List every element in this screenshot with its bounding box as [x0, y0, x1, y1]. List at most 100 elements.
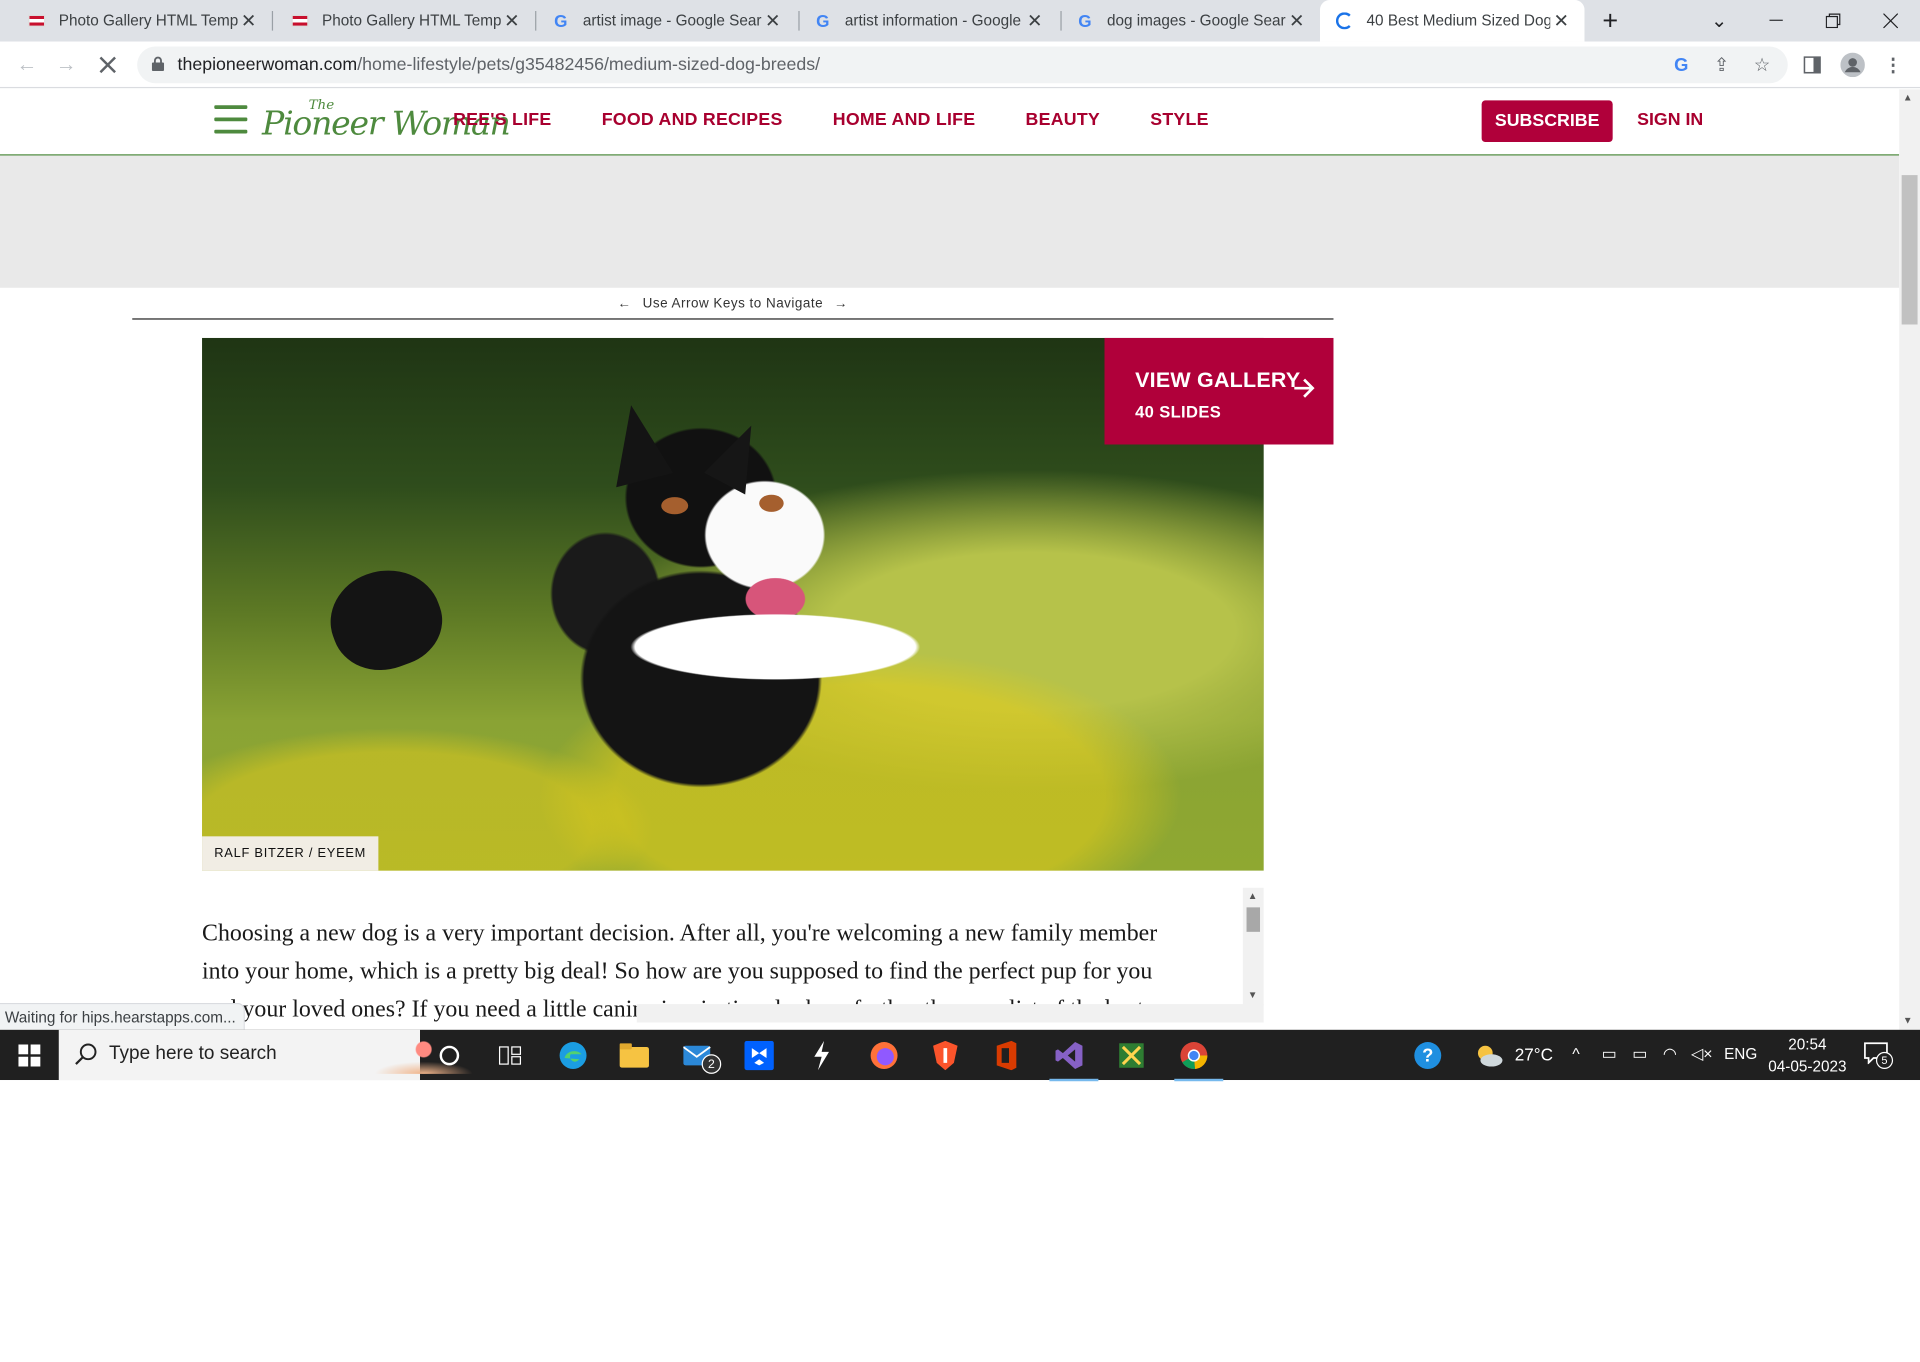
- side-panel-icon[interactable]: [1799, 51, 1826, 78]
- temperature[interactable]: 27°C: [1515, 1044, 1553, 1064]
- browser-tab-active[interactable]: 40 Best Medium Sized Dog ✕: [1320, 0, 1585, 42]
- nav-style[interactable]: STYLE: [1150, 110, 1208, 130]
- address-bar[interactable]: thepioneerwoman.com/home-lifestyle/pets/…: [137, 46, 1788, 84]
- nav-home-and-life[interactable]: HOME AND LIFE: [833, 110, 976, 130]
- browser-tab[interactable]: G dog images - Google Searc ✕: [1053, 0, 1320, 42]
- stop-loading-icon[interactable]: [94, 51, 121, 78]
- bookmark-star-icon[interactable]: ☆: [1751, 54, 1773, 76]
- minimize-icon[interactable]: [1747, 0, 1803, 42]
- edge-icon[interactable]: [553, 1036, 592, 1075]
- search-placeholder: Type here to search: [108, 1043, 277, 1065]
- arrow-right-icon: [1294, 378, 1315, 398]
- share-icon[interactable]: ⇪: [1711, 54, 1733, 76]
- restore-icon[interactable]: [1805, 0, 1861, 42]
- close-window-icon[interactable]: [1862, 0, 1918, 42]
- office-icon[interactable]: [987, 1036, 1026, 1075]
- lock-icon: [151, 56, 165, 72]
- status-bubble: Waiting for hips.hearstapps.com...: [0, 1002, 245, 1030]
- horizontal-scrollbar[interactable]: [636, 1004, 1264, 1023]
- taskbar-search-box[interactable]: Type here to search: [58, 1029, 473, 1081]
- browser-menu-icon[interactable]: ⋮: [1880, 51, 1907, 78]
- weather-icon[interactable]: [1469, 1036, 1508, 1075]
- notification-badge: 5: [1875, 1051, 1894, 1069]
- tab-title: Photo Gallery HTML Templa: [322, 12, 501, 30]
- page-scrollbar[interactable]: ▲ ▼: [1899, 89, 1920, 1030]
- article-line: into your home, which is a pretty big de…: [202, 958, 1153, 985]
- photo-credit: RALF BITZER / EYEEM: [202, 836, 379, 871]
- clock-date: 04-05-2023: [1768, 1057, 1847, 1076]
- view-gallery-button[interactable]: VIEW GALLERY 40 SLIDES: [1104, 337, 1334, 445]
- tab-title: artist information - Google: [844, 12, 1022, 30]
- close-tab-icon[interactable]: ✕: [1286, 10, 1308, 32]
- nav-beauty[interactable]: BEAUTY: [1026, 110, 1100, 130]
- hamburger-menu-icon[interactable]: [214, 105, 248, 134]
- left-arrow-icon[interactable]: ←: [618, 296, 632, 311]
- browser-toolbar: ← → thepioneerwoman.com/home-lifestyle/p…: [0, 41, 1920, 89]
- windows-taskbar: Type here to search 2 ? 27°C ^ ▭ ▭ ◠ ◁× …: [0, 1029, 1920, 1082]
- close-tab-icon[interactable]: ✕: [501, 10, 523, 32]
- google-favicon-icon: G: [554, 11, 568, 31]
- clock-time: 20:54: [1788, 1035, 1827, 1054]
- browser-tab-strip: Photo Gallery HTML Templa ✕ Photo Galler…: [0, 0, 1920, 42]
- sign-in-link[interactable]: SIGN IN: [1637, 110, 1703, 130]
- tab-title: dog images - Google Searc: [1106, 12, 1286, 30]
- google-favicon-icon: G: [1078, 11, 1092, 31]
- new-tab-button[interactable]: +: [1583, 0, 1637, 42]
- screen: Photo Gallery HTML Templa ✕ Photo Galler…: [0, 0, 1920, 1335]
- google-lens-icon[interactable]: G: [1670, 54, 1692, 76]
- chrome-icon[interactable]: [1174, 1036, 1224, 1082]
- mail-icon[interactable]: 2: [680, 1036, 722, 1075]
- flag-favicon-icon: [27, 11, 47, 31]
- app-bolt-icon[interactable]: [802, 1036, 841, 1075]
- back-arrow-icon[interactable]: ←: [13, 51, 40, 78]
- profile-avatar-icon[interactable]: [1839, 51, 1866, 78]
- close-tab-icon[interactable]: ✕: [1550, 10, 1572, 32]
- main-navigation: REE'S LIFE FOOD AND RECIPES HOME AND LIF…: [453, 110, 1259, 130]
- browser-tab[interactable]: G artist information - Google ✕: [791, 0, 1058, 42]
- svg-text:?: ?: [1422, 1045, 1433, 1066]
- browser-tab[interactable]: Photo Gallery HTML Templa ✕: [268, 0, 535, 42]
- task-view-icon[interactable]: [491, 1036, 530, 1075]
- tab-title: artist image - Google Searc: [582, 12, 762, 30]
- subscribe-button[interactable]: SUBSCRIBE: [1481, 100, 1613, 143]
- page-viewport: The Pioneer Woman REE'S LIFE FOOD AND RE…: [0, 89, 1900, 1030]
- article-line: Choosing a new dog is a very important d…: [202, 920, 1158, 947]
- system-clock[interactable]: 20:54 04-05-2023: [1768, 1033, 1846, 1077]
- volume-muted-icon[interactable]: ◁×: [1691, 1044, 1713, 1064]
- cortana-icon[interactable]: [430, 1036, 469, 1075]
- snipping-tool-icon[interactable]: [1112, 1036, 1151, 1075]
- tab-title: 40 Best Medium Sized Dog: [1366, 12, 1551, 30]
- mail-badge: 2: [701, 1054, 722, 1074]
- help-icon[interactable]: ?: [1408, 1036, 1447, 1075]
- nav-food-and-recipes[interactable]: FOOD AND RECIPES: [602, 110, 783, 130]
- arrow-keys-hint: ← Use Arrow Keys to Navigate →: [132, 288, 1334, 320]
- brave-shield-icon[interactable]: [926, 1036, 965, 1075]
- forward-arrow-icon[interactable]: →: [53, 51, 80, 78]
- windows-start-icon[interactable]: [0, 1030, 59, 1080]
- dropbox-icon[interactable]: [740, 1036, 779, 1075]
- browser-tab[interactable]: G artist image - Google Searc ✕: [529, 0, 796, 42]
- battery-icon[interactable]: ▭: [1632, 1044, 1647, 1064]
- google-favicon-icon: G: [816, 11, 830, 31]
- view-gallery-label: VIEW GALLERY: [1135, 367, 1301, 392]
- text-scrollbar[interactable]: ▲ ▼: [1242, 887, 1264, 1006]
- flag-favicon-icon: [290, 11, 310, 31]
- url-text: thepioneerwoman.com/home-lifestyle/pets/…: [177, 55, 821, 75]
- language-indicator[interactable]: ENG: [1724, 1046, 1757, 1063]
- close-tab-icon[interactable]: ✕: [238, 10, 260, 32]
- right-arrow-icon[interactable]: →: [834, 296, 848, 311]
- browser-tab[interactable]: Photo Gallery HTML Templa ✕: [5, 0, 272, 42]
- notification-center-icon[interactable]: 5: [1864, 1042, 1894, 1069]
- chevron-up-icon[interactable]: ^: [1572, 1044, 1579, 1062]
- nav-rees-life[interactable]: REE'S LIFE: [453, 110, 551, 130]
- close-tab-icon[interactable]: ✕: [762, 10, 784, 32]
- tab-search-icon[interactable]: ⌄: [1691, 0, 1747, 42]
- close-tab-icon[interactable]: ✕: [1024, 10, 1046, 32]
- visual-studio-icon[interactable]: [1049, 1036, 1099, 1082]
- wifi-icon[interactable]: ◠: [1663, 1044, 1677, 1064]
- ad-placeholder: [0, 155, 1900, 288]
- loading-spinner-icon: [1335, 11, 1355, 31]
- file-explorer-icon[interactable]: [615, 1036, 654, 1075]
- meet-now-icon[interactable]: ▭: [1602, 1044, 1617, 1064]
- firefox-icon[interactable]: [864, 1036, 903, 1075]
